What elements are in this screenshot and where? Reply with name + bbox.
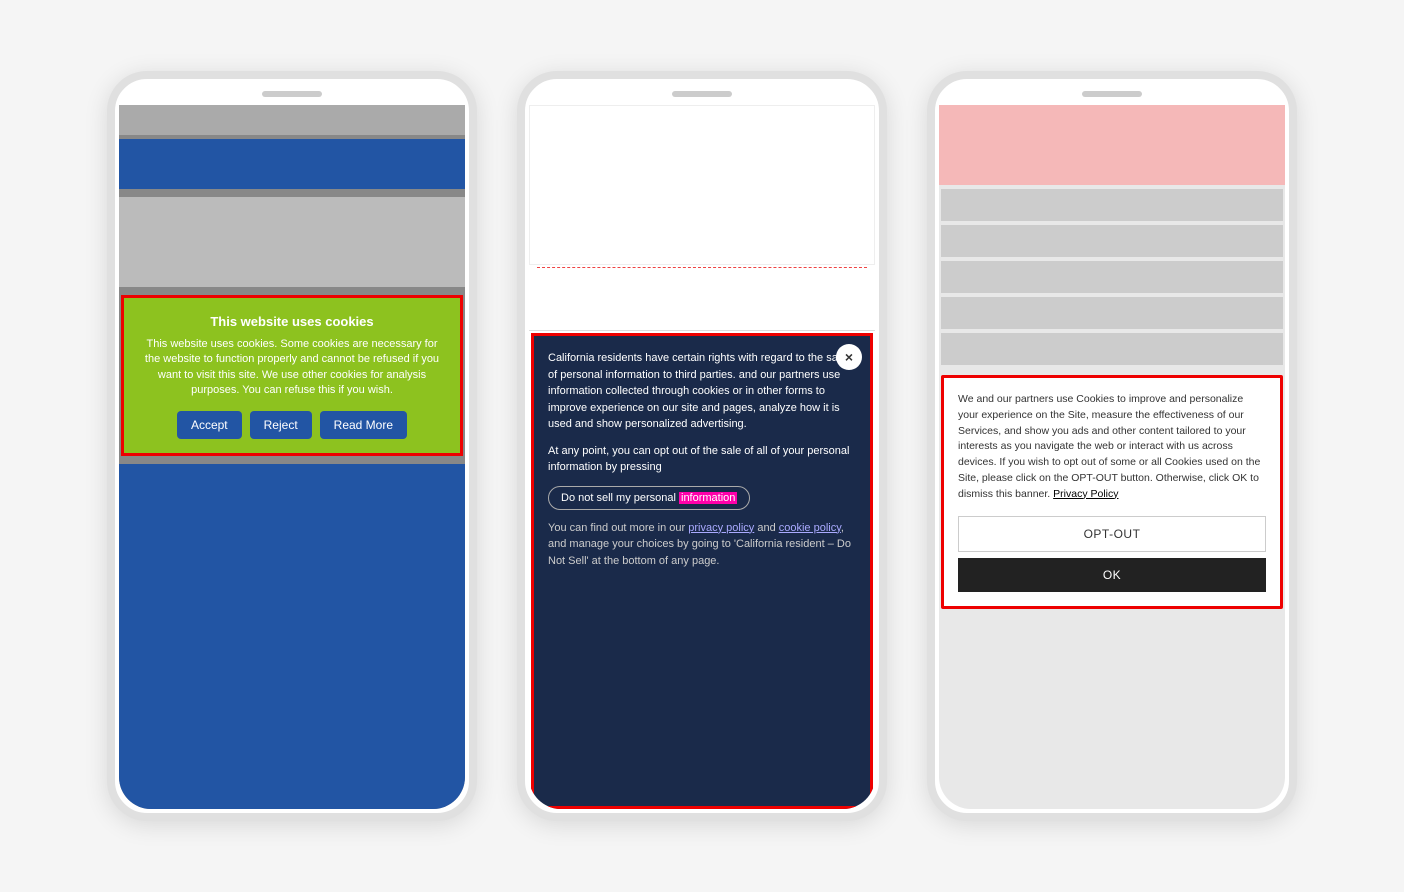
highlight-information: information [679,492,737,504]
cookie-banner-1: This website uses cookies This website u… [121,295,463,456]
cookie-banner-2-body1: California residents have certain rights… [548,350,856,433]
phone2-white-block2 [529,271,875,331]
privacy-policy-link[interactable]: privacy policy [688,522,754,534]
privacy-policy-link-3[interactable]: Privacy Policy [1053,488,1118,500]
cookie-banner-2-body2: At any point, you can opt out of the sal… [548,443,856,476]
phone-2: × California residents have certain righ… [517,71,887,821]
cookie-banner-1-title: This website uses cookies [138,314,446,329]
cookie-banner-1-body: This website uses cookies. Some cookies … [138,337,446,399]
phone1-gray-block [119,197,465,287]
phone2-white-block [529,105,875,265]
phone-2-screen: × California residents have certain righ… [529,105,875,809]
phone3-pink-block [939,105,1285,185]
phone3-gray-block-2 [941,225,1283,257]
close-icon: × [845,349,853,365]
cookie-banner-3: We and our partners use Cookies to impro… [941,375,1283,609]
phone3-gray-block-1 [941,189,1283,221]
cookie-banner-3-body: We and our partners use Cookies to impro… [958,392,1266,502]
do-not-sell-button[interactable]: Do not sell my personal information [548,486,750,510]
read-more-button[interactable]: Read More [320,411,407,439]
ok-button[interactable]: OK [958,558,1266,592]
cookie-banner-2-footer: You can find out more in our privacy pol… [548,520,856,570]
phone3-content: We and our partners use Cookies to impro… [939,105,1285,809]
phone3-gray-blocks [939,189,1285,373]
cookie-banner-1-buttons: Accept Reject Read More [138,411,446,439]
paragraph2: At any point, you can opt out of the sal… [548,445,849,474]
phone2-red-line [537,267,867,269]
phone-1: This website uses cookies This website u… [107,71,477,821]
accept-button[interactable]: Accept [177,411,242,439]
phone2-content: × California residents have certain righ… [529,105,875,809]
cookie-policy-link[interactable]: cookie policy [779,522,841,534]
phone1-gray-bar [119,105,465,135]
opt-out-button[interactable]: OPT-OUT [958,516,1266,552]
phone-3-screen: We and our partners use Cookies to impro… [939,105,1285,809]
phone1-blue-bar [119,139,465,189]
phone3-gray-block-3 [941,261,1283,293]
cookie-banner-2: × California residents have certain righ… [531,333,873,809]
phone-1-screen: This website uses cookies This website u… [119,105,465,809]
reject-button[interactable]: Reject [250,411,312,439]
phones-container: This website uses cookies This website u… [67,31,1337,861]
phone3-gray-block-4 [941,297,1283,329]
phone3-gray-block-5 [941,333,1283,365]
close-button[interactable]: × [836,344,862,370]
phone1-content: This website uses cookies This website u… [119,105,465,809]
phone-3: We and our partners use Cookies to impro… [927,71,1297,821]
phone1-bottom-blue [119,464,465,809]
